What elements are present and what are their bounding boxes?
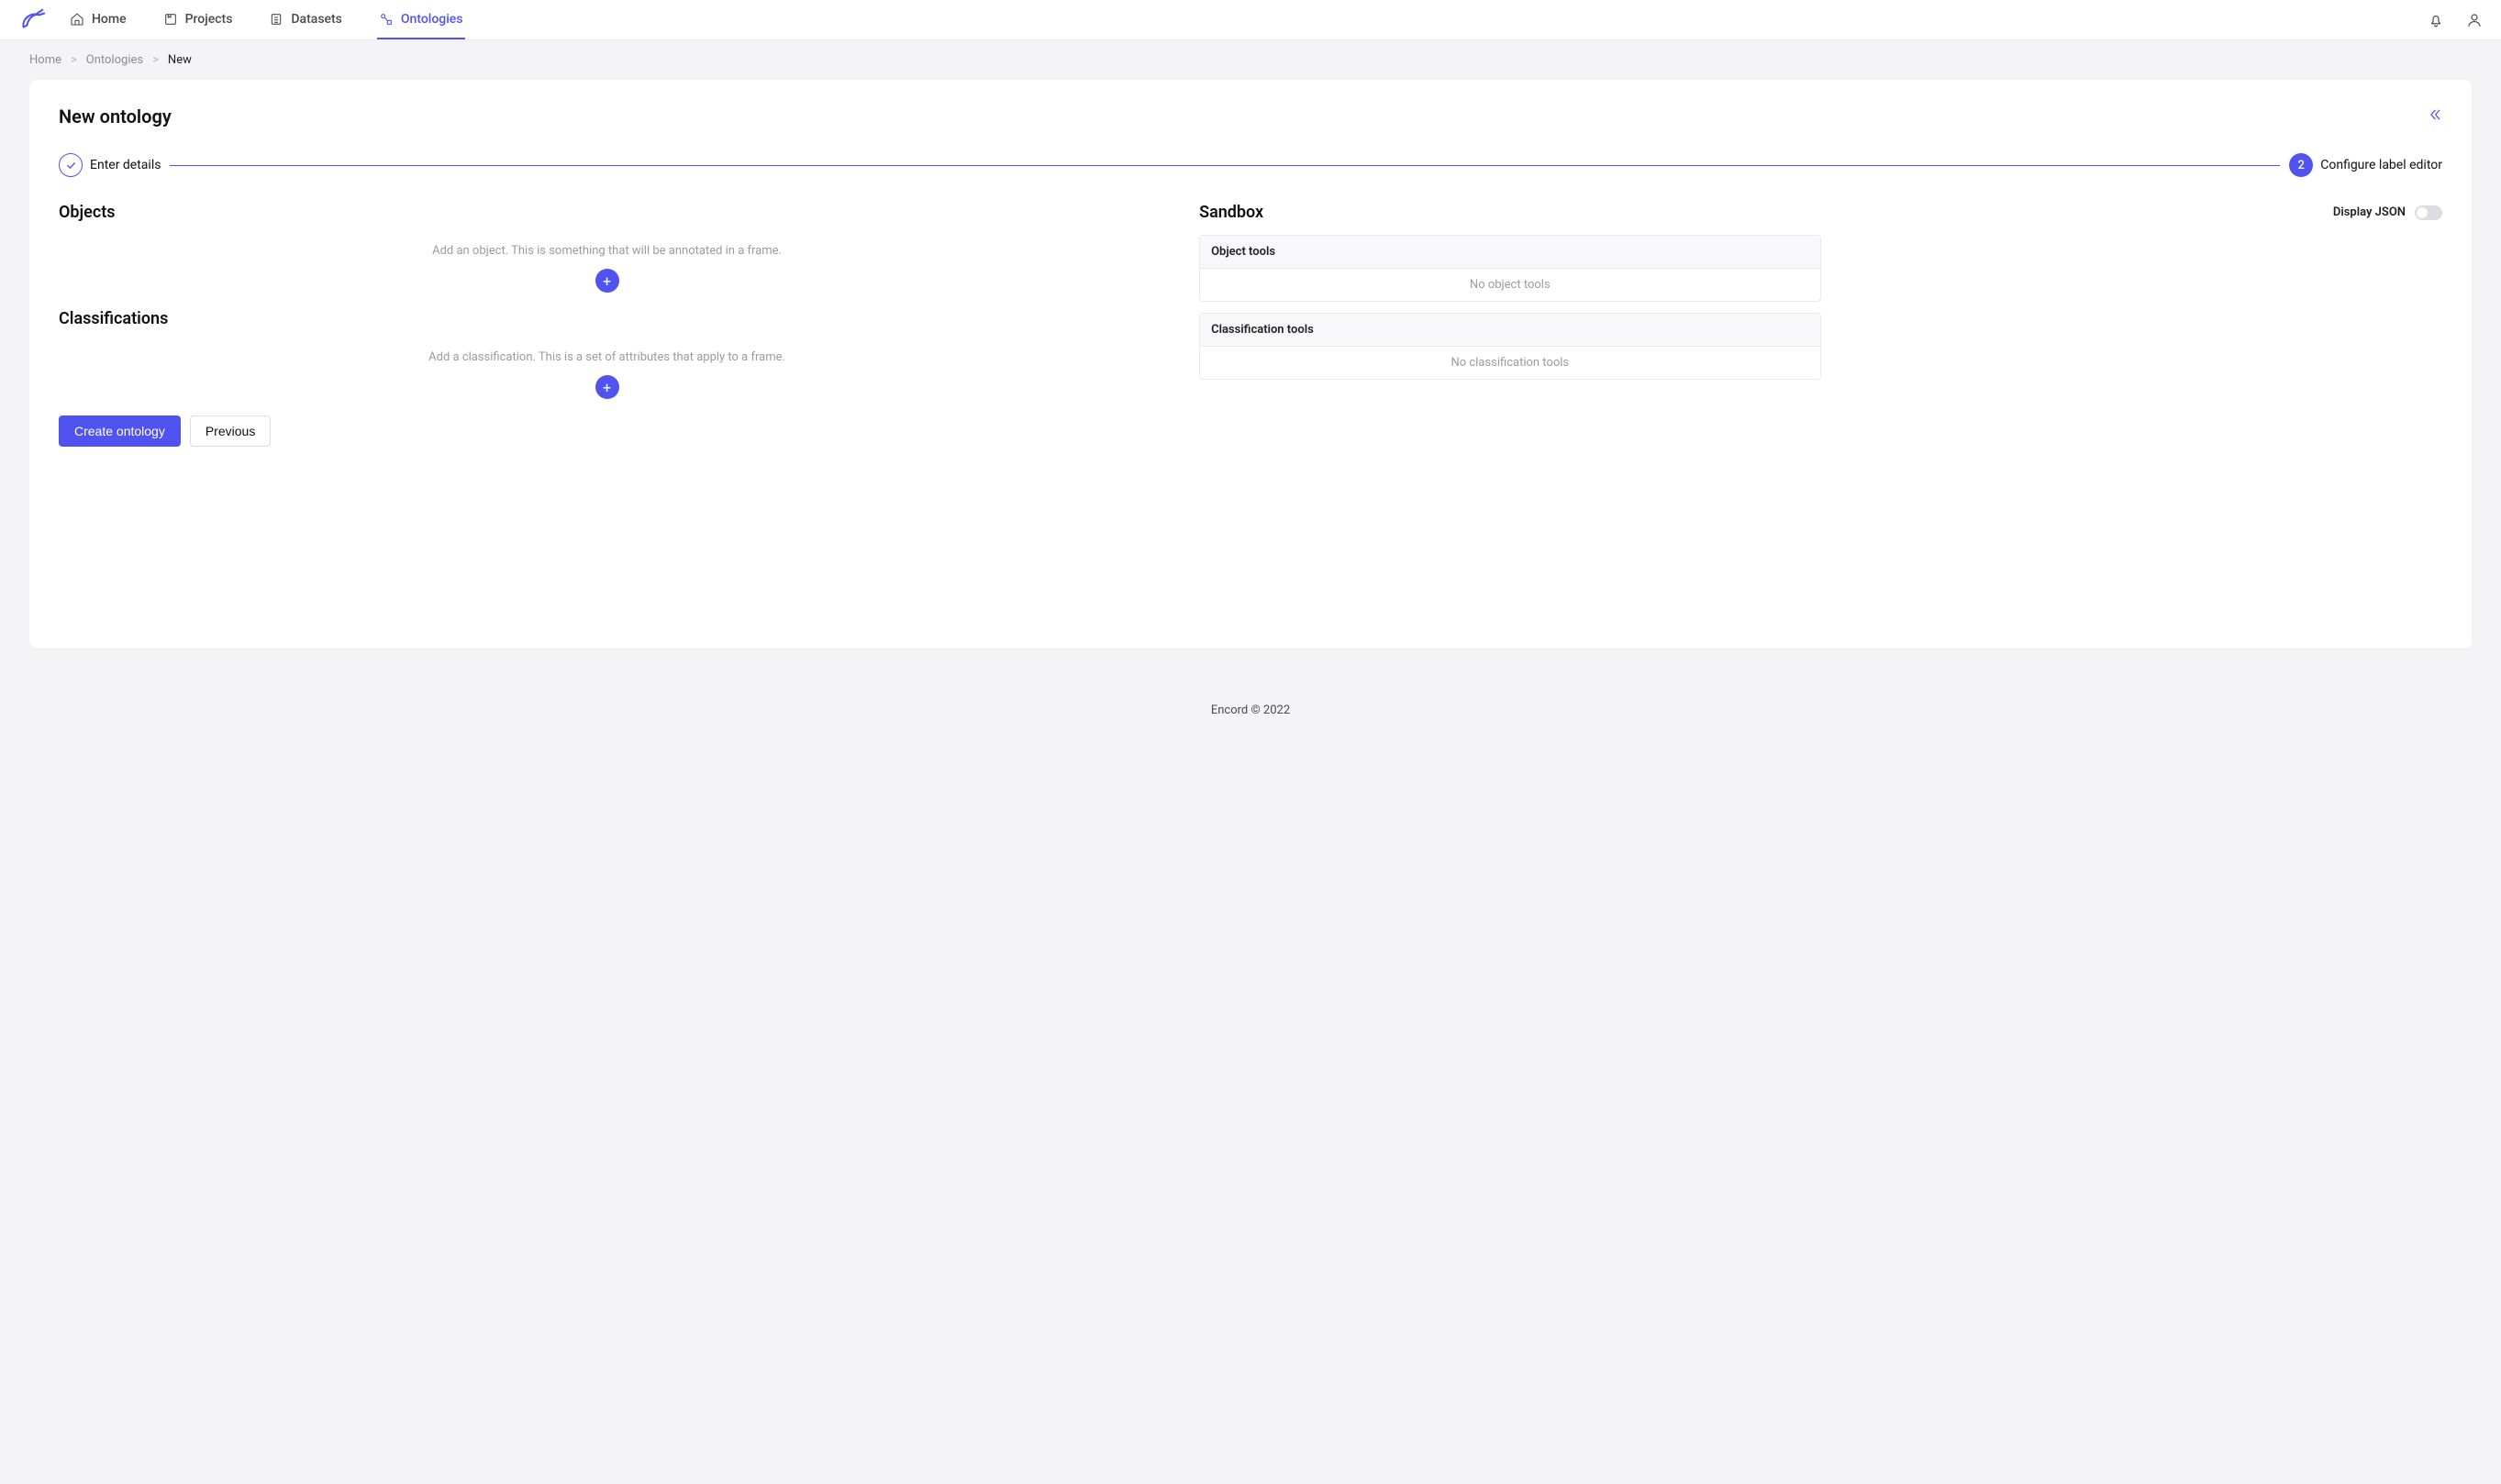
object-tools-header: Object tools	[1200, 236, 1819, 269]
objects-hint: Add an object. This is something that wi…	[59, 235, 1155, 261]
breadcrumb-ontologies[interactable]: Ontologies	[86, 53, 143, 67]
classification-tools-body: No classification tools	[1200, 347, 1819, 379]
breadcrumb-sep: >	[71, 53, 77, 67]
add-classification-button[interactable]: +	[595, 375, 619, 399]
step-line	[170, 165, 2280, 166]
step-2-circle: 2	[2289, 153, 2313, 177]
content: Objects Add an object. This is something…	[59, 203, 2442, 447]
collapse-panel-button[interactable]	[2428, 107, 2442, 127]
classification-tools-group: Classification tools No classification t…	[1199, 313, 1820, 380]
plus-icon: +	[603, 272, 611, 290]
step-1-circle	[59, 153, 83, 177]
step-2[interactable]: 2 Configure label editor	[2289, 153, 2442, 177]
plus-icon: +	[603, 379, 611, 396]
nav-datasets[interactable]: Datasets	[267, 0, 343, 39]
sandbox-title: Sandbox	[1199, 203, 1263, 222]
display-json-toggle[interactable]	[2415, 205, 2442, 220]
step-1[interactable]: Enter details	[59, 153, 161, 177]
nav-ontologies-label: Ontologies	[401, 12, 463, 27]
nav-datasets-label: Datasets	[291, 12, 341, 27]
add-object-button[interactable]: +	[595, 269, 619, 293]
user-icon[interactable]	[2466, 12, 2483, 28]
objects-title: Objects	[59, 203, 1155, 222]
display-json-toggle-group: Display JSON	[2333, 205, 2442, 220]
breadcrumb-sep: >	[152, 53, 159, 67]
classification-tools-header: Classification tools	[1200, 314, 1819, 347]
sandbox-header: Sandbox Display JSON	[1199, 203, 2442, 222]
card-header: New ontology	[59, 105, 2442, 127]
object-tools-body: No object tools	[1200, 269, 1819, 301]
nav-projects-label: Projects	[185, 12, 233, 27]
topbar-right	[2428, 12, 2483, 28]
actions: Create ontology Previous	[59, 415, 1155, 447]
breadcrumb-home[interactable]: Home	[29, 53, 61, 67]
nav-home-label: Home	[92, 12, 127, 27]
create-ontology-button[interactable]: Create ontology	[59, 415, 181, 447]
classifications-hint: Add a classification. This is a set of a…	[59, 341, 1155, 368]
step-2-label: Configure label editor	[2320, 158, 2442, 172]
check-icon	[65, 160, 77, 172]
left-column: Objects Add an object. This is something…	[59, 203, 1155, 447]
step-1-label: Enter details	[90, 158, 161, 172]
datasets-icon	[269, 12, 283, 27]
logo[interactable]	[18, 6, 46, 34]
projects-icon	[163, 12, 178, 27]
main-card: New ontology Enter details 2 Configure l…	[29, 80, 2472, 648]
nav-home[interactable]: Home	[68, 0, 128, 39]
nav-projects[interactable]: Projects	[161, 0, 235, 39]
double-chevron-left-icon	[2428, 107, 2442, 122]
home-icon	[70, 12, 84, 27]
previous-button[interactable]: Previous	[190, 415, 271, 447]
breadcrumb: Home > Ontologies > New	[0, 40, 2501, 80]
bell-icon[interactable]	[2428, 12, 2444, 28]
footer: Encord © 2022	[0, 648, 2501, 736]
ontologies-icon	[379, 12, 394, 27]
main-nav: Home Projects Datasets Ontologies	[68, 0, 465, 39]
logo-icon	[18, 6, 46, 34]
right-column: Sandbox Display JSON Object tools No obj…	[1199, 203, 2442, 447]
nav-ontologies[interactable]: Ontologies	[377, 0, 465, 39]
classifications-title: Classifications	[59, 309, 1155, 328]
stepper: Enter details 2 Configure label editor	[59, 153, 2442, 177]
object-tools-group: Object tools No object tools	[1199, 235, 1820, 302]
topbar: Home Projects Datasets Ontologies	[0, 0, 2501, 40]
page-title: New ontology	[59, 105, 172, 127]
display-json-label: Display JSON	[2333, 205, 2406, 219]
breadcrumb-current: New	[168, 53, 192, 67]
